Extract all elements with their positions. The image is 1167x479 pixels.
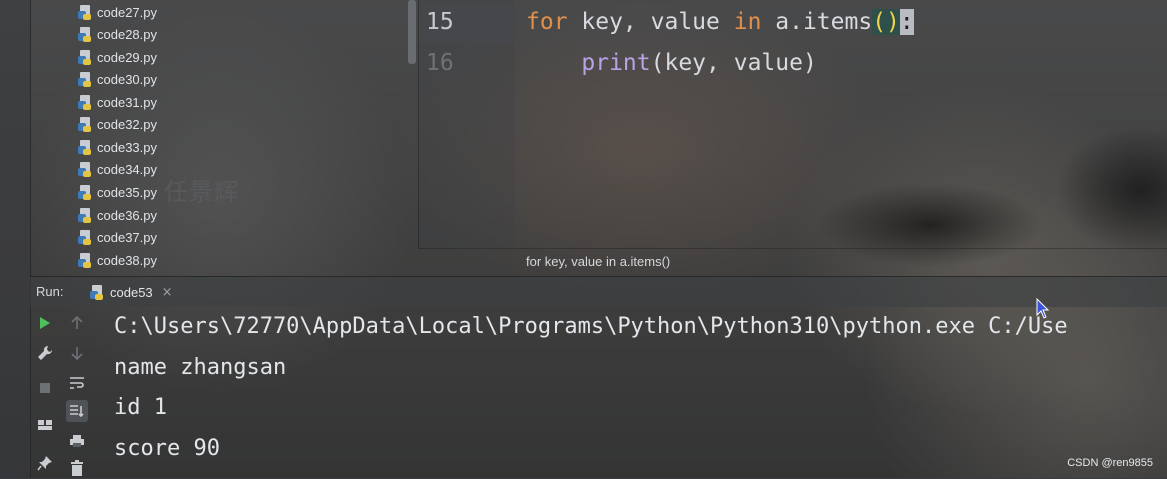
breadcrumb[interactable]: for key, value in a.items()	[526, 254, 670, 269]
line-number: 16	[426, 50, 454, 76]
csdn-watermark: CSDN @ren9855	[1067, 457, 1153, 469]
code-text: a.items	[761, 9, 873, 35]
builtin-print: print	[581, 50, 651, 76]
python-file-icon	[78, 161, 93, 177]
console-output-line: id 1	[114, 395, 167, 420]
tree-scrollbar[interactable]	[408, 0, 416, 64]
tree-file-item[interactable]: code30.py	[78, 68, 157, 90]
run-tab-label: code53	[110, 284, 153, 300]
code-args: (key, value)	[650, 50, 817, 76]
tree-file-item[interactable]: code31.py	[78, 91, 157, 113]
left-tool-strip	[0, 0, 31, 478]
run-toolbar	[30, 306, 92, 478]
tree-file-item[interactable]: code38.py	[78, 249, 157, 271]
file-name: code28.py	[97, 26, 157, 42]
python-file-icon	[78, 229, 93, 245]
code-line-15[interactable]: for key, value in a.items():	[526, 9, 914, 35]
run-icon[interactable]	[34, 312, 56, 334]
python-file-icon	[78, 116, 93, 132]
file-name: code32.py	[97, 116, 157, 132]
file-name: code35.py	[97, 184, 157, 200]
tree-file-item[interactable]: code37.py	[78, 226, 157, 248]
trash-icon[interactable]	[66, 457, 88, 479]
tree-file-item[interactable]: code35.py	[78, 181, 157, 203]
wrench-icon[interactable]	[34, 342, 56, 364]
run-tool-header: Run: code53 ×	[30, 276, 1167, 307]
keyword-for: for	[526, 9, 568, 35]
python-file-icon	[78, 139, 93, 155]
tree-file-item[interactable]: code33.py	[78, 136, 157, 158]
python-file-icon	[78, 4, 93, 20]
author-watermark: 任景辉	[164, 178, 239, 206]
keyword-in: in	[733, 9, 762, 35]
code-text: key, value	[567, 9, 734, 35]
tree-file-item[interactable]: code32.py	[78, 113, 157, 135]
console-output-line: score 90	[114, 436, 220, 461]
file-name: code31.py	[97, 94, 157, 110]
python-file-icon	[78, 207, 93, 223]
file-name: code36.py	[97, 207, 157, 223]
soft-wrap-icon[interactable]	[66, 372, 88, 394]
file-name: code27.py	[97, 4, 157, 20]
mouse-cursor-icon	[1036, 297, 1050, 324]
python-file-icon	[90, 284, 105, 300]
console-output-line: C:\Users\72770\AppData\Local\Programs\Py…	[114, 314, 1068, 339]
caret-colon: :	[899, 9, 914, 35]
tree-file-item[interactable]: code29.py	[78, 46, 157, 68]
file-name: code30.py	[97, 71, 157, 87]
file-name: code29.py	[97, 49, 157, 65]
python-file-icon	[78, 71, 93, 87]
stop-icon[interactable]	[34, 377, 56, 399]
run-label: Run:	[36, 284, 64, 299]
file-name: code33.py	[97, 139, 157, 155]
scroll-to-end-icon[interactable]	[66, 400, 88, 422]
line-number: 15	[426, 9, 454, 35]
file-name: code37.py	[97, 229, 157, 245]
layout-icon[interactable]	[34, 414, 56, 436]
code-line-16[interactable]: print(key, value)	[526, 50, 817, 76]
tree-file-item[interactable]: code36.py	[78, 204, 157, 226]
python-file-icon	[78, 252, 93, 268]
python-file-icon	[78, 184, 93, 200]
tree-file-item[interactable]: code27.py	[78, 1, 157, 23]
python-file-icon	[78, 94, 93, 110]
file-name: code38.py	[97, 252, 157, 268]
project-tree: code27.py code28.py code29.py code30.py …	[30, 0, 416, 272]
up-arrow-icon[interactable]	[66, 312, 88, 334]
matched-parens: ()	[872, 9, 900, 35]
pin-icon[interactable]	[34, 452, 56, 474]
run-tab-code53[interactable]: code53 ×	[86, 279, 177, 305]
python-file-icon	[78, 26, 93, 42]
tree-file-item[interactable]: code28.py	[78, 23, 157, 45]
close-icon[interactable]: ×	[162, 285, 173, 300]
down-arrow-icon[interactable]	[66, 342, 88, 364]
editor-divider	[418, 248, 1167, 249]
tree-file-item[interactable]: code34.py	[78, 158, 157, 180]
console-output-line: name zhangsan	[114, 355, 287, 380]
print-icon[interactable]	[66, 430, 88, 452]
python-file-icon	[78, 49, 93, 65]
code-editor[interactable]: 15 16 for key, value in a.items(): print…	[418, 0, 1167, 276]
file-name: code34.py	[97, 161, 157, 177]
